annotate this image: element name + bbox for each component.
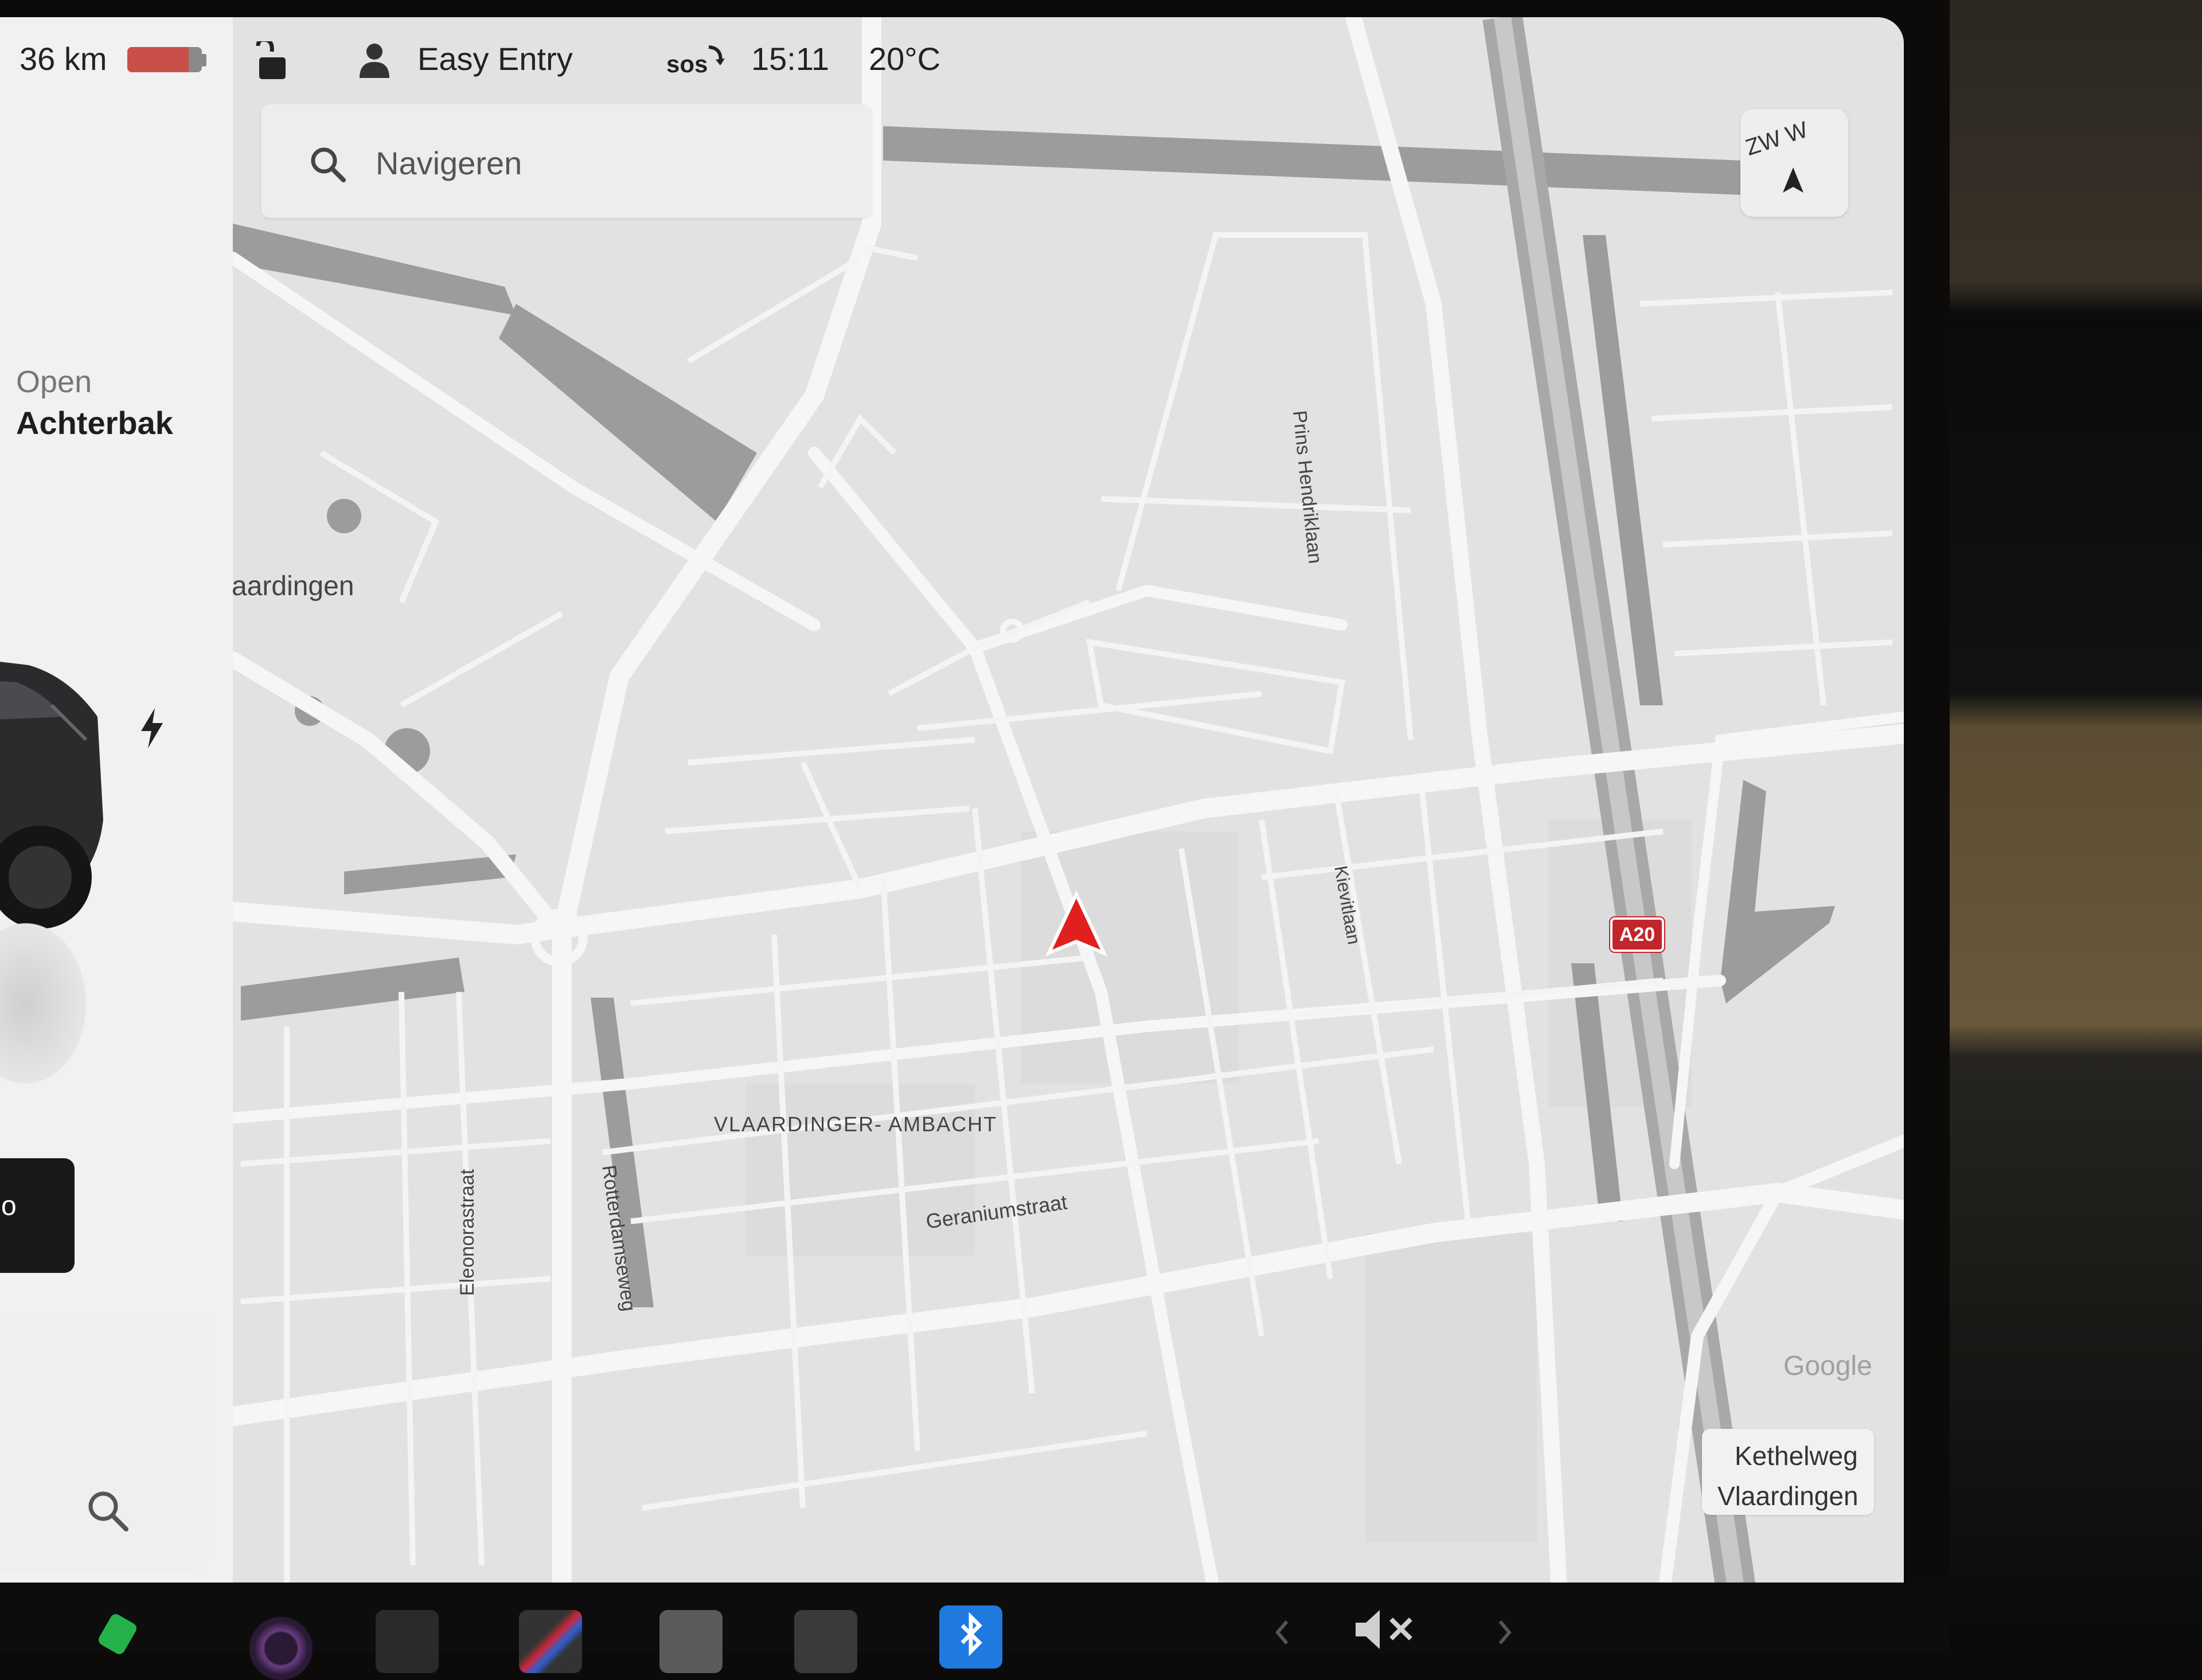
bluetooth-glyph	[961, 1612, 982, 1656]
dashcam-icon[interactable]	[794, 1610, 857, 1673]
car-panel: Open Achterbak o	[0, 17, 233, 1600]
compass-arrow-icon	[1783, 167, 1803, 193]
charge-bolt-icon[interactable]	[138, 708, 166, 748]
trunk-label[interactable]: Achterbak	[16, 404, 173, 442]
background-right	[1950, 0, 2202, 1651]
map-canvas[interactable]	[233, 17, 1904, 1600]
map-view[interactable]	[233, 17, 1904, 1600]
map-label-district: VLAARDINGER- AMBACHT	[714, 1112, 998, 1136]
info-icon[interactable]	[659, 1610, 723, 1673]
dark-quick-button[interactable]: o	[0, 1158, 75, 1273]
mute-icon[interactable]	[1353, 1607, 1422, 1652]
dark-quick-button-label: o	[1, 1191, 17, 1221]
search-placeholder: Navigeren	[376, 145, 522, 181]
search-icon	[311, 147, 346, 182]
current-location-card[interactable]: Kethelweg Vlaardingen	[1702, 1429, 1874, 1515]
compass-heading: ZW W	[1742, 116, 1811, 161]
driver-profile-name[interactable]: Easy Entry	[417, 40, 573, 77]
touchscreen: aardingen Prins Hendriklaan Kievitlaan V…	[0, 17, 1904, 1600]
camera-app-icon[interactable]	[249, 1617, 313, 1680]
navigate-search-box[interactable]: Navigeren	[261, 104, 872, 218]
clock: 15:11	[751, 41, 829, 77]
panel-search-icon[interactable]	[85, 1488, 131, 1534]
trunk-action[interactable]: Open	[16, 364, 92, 400]
battery-cap	[202, 54, 206, 67]
battery-indicator	[127, 47, 202, 72]
highway-shield-a20: A20	[1610, 917, 1664, 952]
map-label-city: aardingen	[232, 571, 354, 601]
prev-chevron-icon[interactable]	[1273, 1618, 1290, 1647]
taskbar	[0, 1583, 1950, 1680]
browser-icon[interactable]	[519, 1610, 582, 1673]
unlocked-lock-icon[interactable]	[252, 41, 289, 81]
compass-button[interactable]: ZW W	[1740, 109, 1848, 217]
current-city: Vlaardingen	[1717, 1481, 1859, 1511]
current-street: Kethelweg	[1735, 1441, 1858, 1471]
sos-call-icon	[708, 45, 725, 65]
map-label-eleonorastraat: Eleonorastraat	[456, 1169, 479, 1296]
map-attribution: Google	[1783, 1351, 1872, 1381]
media-icon[interactable]	[376, 1610, 439, 1673]
battery-fill	[127, 47, 189, 72]
sos-button[interactable]: sos	[666, 50, 708, 78]
bluetooth-icon[interactable]	[939, 1605, 1002, 1669]
next-chevron-icon[interactable]	[1497, 1618, 1514, 1647]
range-readout[interactable]: 36 km	[19, 40, 107, 77]
person-icon[interactable]	[358, 42, 391, 78]
outside-temperature[interactable]: 20°C	[869, 40, 940, 77]
phone-icon[interactable]	[96, 1612, 139, 1656]
car-model-image	[0, 662, 103, 929]
status-bar: 36 km Easy Entry sos 15:11 20°C	[0, 17, 975, 103]
